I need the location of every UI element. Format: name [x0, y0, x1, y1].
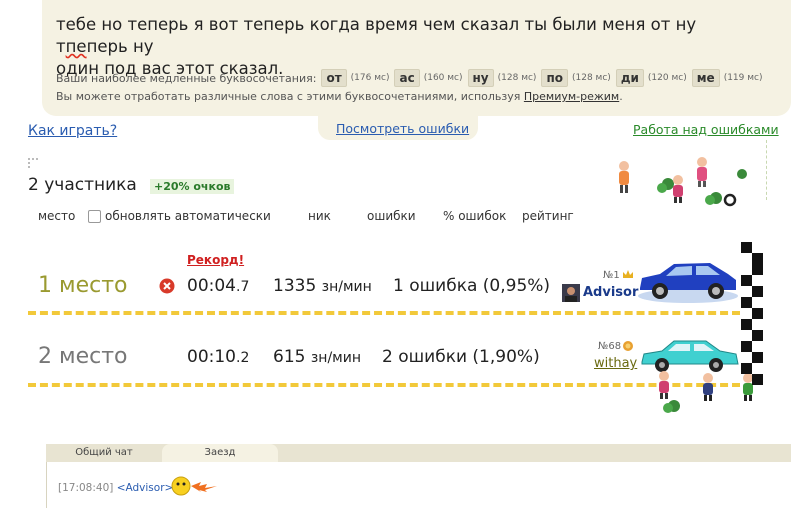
col-place: место — [38, 209, 76, 223]
rank-number: №68 — [598, 341, 622, 352]
avatar[interactable] — [562, 284, 580, 302]
col-nick: ник — [308, 209, 331, 223]
rank-number: №1 — [603, 270, 620, 281]
speed-value: 615 — [273, 347, 306, 367]
divider — [766, 140, 767, 200]
speed: 615 зн/мин — [273, 347, 361, 367]
speed: 1335 зн/мин — [273, 276, 372, 296]
race-time: 00:04.7 — [187, 276, 249, 296]
finish-flag-icon — [741, 242, 769, 386]
practice-text: Вы можете отработать различные слова с э… — [56, 90, 521, 103]
tab-general-chat[interactable]: Общий чат — [46, 444, 162, 462]
slow-combos-label: Ваши наиболее медленные буквосочетания: — [56, 71, 317, 85]
combo-badge: ме — [691, 69, 720, 87]
medal-icon — [623, 341, 633, 351]
smiley-icon — [171, 476, 217, 496]
bonus-badge: +20% очков — [150, 179, 235, 194]
time-frac: .7 — [236, 279, 250, 295]
premium-mode-link[interactable]: Премиум-режим — [524, 90, 619, 103]
combo-badge: ас — [394, 69, 420, 87]
combo-ms: (119 мс) — [723, 73, 763, 83]
time-main: 00:10 — [187, 347, 236, 367]
errors-count: 1 ошибка (0,95%) — [393, 276, 551, 296]
tab-race-chat[interactable]: Заезд — [162, 444, 278, 462]
record-badge: Рекорд! — [187, 253, 245, 267]
practice-text-end: . — [619, 90, 623, 103]
nick-link[interactable]: Advisor — [583, 285, 638, 300]
typed-text-panel: тебе но теперь я вот теперь когда время … — [42, 0, 791, 116]
slow-combos: Ваши наиболее медленные буквосочетания: … — [56, 69, 763, 87]
typed-text-error: пе — [65, 37, 87, 56]
how-to-play-link[interactable]: Как играть? — [28, 123, 117, 139]
drag-handle-icon[interactable] — [28, 158, 38, 168]
combo-ms: (120 мс) — [647, 73, 687, 83]
chat-timestamp: [17:08:40] — [58, 482, 114, 494]
combo-badge: по — [541, 69, 568, 87]
typed-text-part: перь ну — [86, 37, 154, 56]
time-main: 00:04 — [187, 276, 236, 296]
track-line — [28, 383, 740, 387]
track-line — [28, 311, 740, 315]
errors-count: 2 ошибки (1,90%) — [382, 347, 540, 367]
combo-badge: от — [321, 69, 347, 87]
speed-unit: зн/мин — [310, 350, 361, 366]
combo-badge: ну — [467, 69, 494, 87]
race-time: 00:10.2 — [187, 347, 249, 367]
place-label: 2 место — [38, 344, 128, 369]
speed-value: 1335 — [273, 276, 317, 296]
speed-unit: зн/мин — [321, 279, 372, 295]
chat-message: [17:08:40] <Advisor> — [58, 482, 173, 494]
nick-link[interactable]: withay — [594, 356, 637, 371]
crown-icon — [623, 270, 633, 278]
view-errors-tab[interactable]: Посмотреть ошибки — [318, 114, 478, 140]
col-rating: рейтинг — [522, 209, 574, 223]
combo-ms: (176 мс) — [350, 73, 390, 83]
participants-count: 2 участника — [28, 175, 137, 195]
col-errors: ошибки — [367, 209, 416, 223]
auto-update-label: обновлять автоматически — [105, 209, 271, 223]
time-frac: .2 — [236, 350, 250, 366]
chat-tabbar: Общий чат Заезд — [46, 444, 791, 462]
practice-hint: Вы можете отработать различные слова с э… — [56, 90, 623, 103]
place-label: 1 место — [38, 273, 128, 298]
car-icon — [638, 263, 738, 303]
combo-badge: ди — [615, 69, 644, 87]
chat-nick[interactable]: <Advisor> — [117, 482, 174, 494]
combo-ms: (160 мс) — [423, 73, 463, 83]
combo-ms: (128 мс) — [572, 73, 611, 83]
col-error-pct: % ошибок — [443, 209, 507, 223]
view-errors-link[interactable]: Посмотреть ошибки — [336, 121, 469, 136]
spectators-icon — [619, 157, 747, 207]
work-on-errors-link[interactable]: Работа над ошибками — [633, 122, 779, 137]
auto-update-checkbox[interactable] — [88, 210, 101, 223]
error-icon — [159, 278, 175, 294]
combo-ms: (128 мс) — [497, 73, 537, 83]
